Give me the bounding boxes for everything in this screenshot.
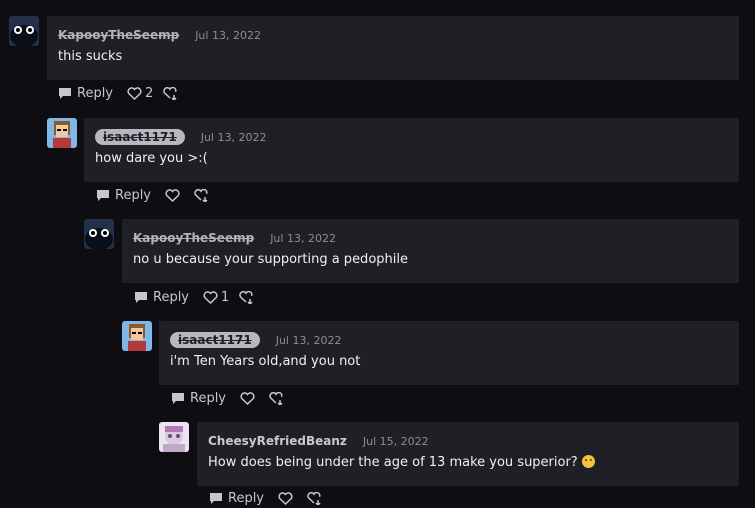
heart-icon [165, 188, 180, 202]
username[interactable]: KapooyTheSeemp [58, 28, 179, 42]
reply-label: Reply [190, 390, 227, 406]
username[interactable]: KapooyTheSeemp [133, 231, 254, 245]
avatar[interactable] [122, 321, 152, 351]
heart-down-icon [269, 391, 283, 405]
comment-actions: Reply [209, 488, 337, 508]
dislike-button[interactable] [269, 391, 285, 405]
like-button[interactable]: 1 [203, 290, 229, 305]
heart-icon [240, 391, 255, 405]
dislike-button[interactable] [239, 290, 255, 304]
comment-actions: Reply 2 [58, 83, 193, 103]
comment-text: How does being under the age of 13 make … [208, 455, 578, 470]
like-button[interactable] [240, 391, 255, 405]
heart-icon [127, 86, 142, 100]
like-button[interactable] [278, 491, 293, 505]
dislike-button[interactable] [163, 86, 179, 100]
comment-bubble: KapooyTheSeemp Jul 13, 2022 this sucks [47, 16, 739, 80]
timestamp: Jul 13, 2022 [270, 231, 336, 245]
like-count: 2 [145, 85, 154, 101]
avatar[interactable] [47, 118, 77, 148]
reply-button[interactable]: Reply [96, 188, 151, 203]
reply-button[interactable]: Reply [171, 391, 226, 406]
comment-bubble: isaact1171 Jul 13, 2022 how dare you >:( [84, 118, 739, 182]
reply-button[interactable]: Reply [134, 290, 189, 305]
comment-bubble: isaact1171 Jul 13, 2022 i'm Ten Years old… [159, 321, 739, 385]
username[interactable]: CheesyRefriedBeanz [208, 434, 347, 448]
like-count: 1 [221, 289, 230, 305]
reply-button[interactable]: Reply [58, 86, 113, 101]
username[interactable]: isaact1171 [95, 129, 185, 145]
comment-text: i'm Ten Years old,and you not [170, 354, 361, 369]
comment-text-row: How does being under the age of 13 make … [208, 455, 595, 470]
comment-text: no u because your supporting a pedophile [133, 252, 408, 267]
comment-bubble: CheesyRefriedBeanz Jul 15, 2022 How does … [197, 422, 739, 486]
comment-actions: Reply [96, 185, 224, 205]
dislike-button[interactable] [194, 188, 210, 202]
like-button[interactable] [165, 188, 180, 202]
speech-bubble-icon [135, 291, 147, 303]
comment-actions: Reply [171, 388, 299, 408]
heart-down-icon [239, 290, 253, 304]
reply-label: Reply [115, 187, 152, 203]
heart-down-icon [194, 188, 208, 202]
timestamp: Jul 13, 2022 [195, 28, 261, 42]
username[interactable]: isaact1171 [170, 332, 260, 348]
avatar[interactable] [84, 219, 114, 249]
speech-bubble-icon [59, 87, 71, 99]
dislike-button[interactable] [307, 491, 323, 505]
avatar[interactable] [159, 422, 189, 452]
heart-icon [203, 290, 218, 304]
speech-bubble-icon [97, 189, 109, 201]
reply-label: Reply [153, 289, 190, 305]
comment-text: this sucks [58, 49, 123, 64]
speech-bubble-icon [172, 392, 184, 404]
reply-label: Reply [228, 490, 265, 506]
heart-down-icon [163, 86, 177, 100]
heart-down-icon [307, 491, 321, 505]
comment-actions: Reply 1 [134, 287, 269, 307]
reply-label: Reply [77, 85, 114, 101]
confused-face-emoji [581, 455, 595, 468]
timestamp: Jul 13, 2022 [200, 130, 267, 144]
comment-bubble: KapooyTheSeemp Jul 13, 2022 no u because … [122, 219, 739, 283]
comment-text: how dare you >:( [95, 151, 208, 166]
avatar[interactable] [9, 16, 39, 46]
timestamp: Jul 15, 2022 [362, 434, 429, 448]
reply-button[interactable]: Reply [209, 491, 264, 506]
heart-icon [278, 491, 293, 505]
speech-bubble-icon [210, 492, 222, 504]
timestamp: Jul 13, 2022 [275, 333, 342, 347]
like-button[interactable]: 2 [127, 86, 153, 101]
